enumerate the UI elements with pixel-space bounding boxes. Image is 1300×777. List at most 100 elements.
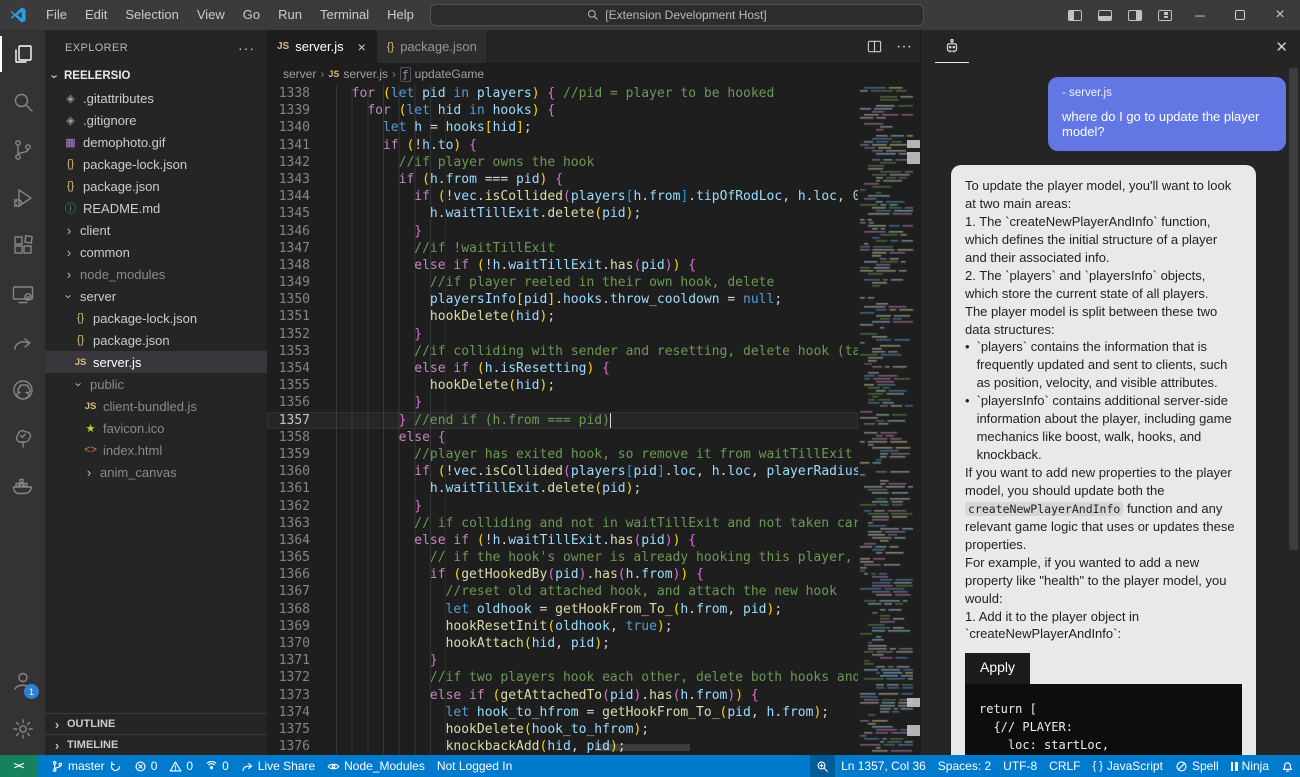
code-line-1366[interactable]: 1366 if (getHookedBy(pid).has(h.from)) {: [267, 566, 858, 583]
status-node-modules[interactable]: Node_Modules: [321, 755, 431, 777]
activity-accounts-icon[interactable]: 1: [0, 657, 45, 705]
activity-docker-icon[interactable]: [0, 462, 45, 510]
menu-selection[interactable]: Selection: [116, 0, 187, 30]
code-line-1343[interactable]: 1343 if (h.from === pid) {: [267, 171, 858, 188]
tab-server-js[interactable]: JSserver.js×: [267, 30, 377, 63]
tree-item-package-lock-json[interactable]: {}package-lock.json: [45, 307, 267, 329]
tree-item-favicon-ico[interactable]: ★favicon.ico: [45, 417, 267, 439]
code-line-1376[interactable]: 1376 knockbackAdd(hid, pid);: [267, 738, 858, 755]
code-line-1370[interactable]: 1370 hookAttach(hid, pid);: [267, 635, 858, 652]
code-line-1352[interactable]: 1352 }: [267, 326, 858, 343]
apply-button[interactable]: Apply: [965, 653, 1030, 683]
activity-run-debug-icon[interactable]: [0, 174, 45, 222]
activity-search-icon[interactable]: [0, 78, 45, 126]
menu-file[interactable]: File: [37, 0, 76, 30]
tree-root-reelersio[interactable]: › REELERSIO: [45, 65, 267, 87]
code-line-1356[interactable]: 1356 }: [267, 394, 858, 411]
code-line-1340[interactable]: 1340 let h = hooks[hid];: [267, 119, 858, 136]
close-panel-icon[interactable]: ✕: [1275, 30, 1288, 63]
code-line-1347[interactable]: 1347 //if !waitTillExit: [267, 240, 858, 257]
menu-help[interactable]: Help: [378, 0, 423, 30]
status-warnings[interactable]: 0: [163, 755, 199, 777]
tree-item-package-json[interactable]: {}package.json: [45, 329, 267, 351]
toggle-sidebar-icon[interactable]: [1060, 0, 1090, 30]
menu-run[interactable]: Run: [269, 0, 311, 30]
status-branch[interactable]: master: [45, 755, 128, 777]
restore-button[interactable]: [1220, 0, 1260, 30]
status-broadcast[interactable]: 0: [199, 755, 235, 777]
code-line-1364[interactable]: 1364 else if (!h.waitTillExit.has(pid)) …: [267, 532, 858, 549]
code-line-1346[interactable]: 1346 }: [267, 223, 858, 240]
tree-item-server-js[interactable]: JSserver.js: [45, 351, 267, 373]
tree-item--gitattributes[interactable]: ◈.gitattributes: [45, 87, 267, 109]
close-button[interactable]: ×: [1260, 0, 1300, 30]
code-line-1368[interactable]: 1368 let oldhook = getHookFrom_To_(h.fro…: [267, 601, 858, 618]
horizontal-scrollbar[interactable]: [595, 744, 690, 751]
menu-edit[interactable]: Edit: [76, 0, 116, 30]
tree-item-client[interactable]: ›client: [45, 219, 267, 241]
tree-item-server[interactable]: ›server: [45, 285, 267, 307]
tree-item--gitignore[interactable]: ◈.gitignore: [45, 109, 267, 131]
activity-source-control-icon[interactable]: [0, 126, 45, 174]
status-indentation[interactable]: Spaces: 2: [932, 755, 997, 777]
activity-extensions-icon[interactable]: [0, 222, 45, 270]
code-line-1349[interactable]: 1349 //if player reeled in their own hoo…: [267, 274, 858, 291]
split-editor-icon[interactable]: [867, 39, 882, 54]
status-errors[interactable]: 0: [128, 755, 164, 777]
code-line-1367[interactable]: 1367 //reset old attached hook, and atta…: [267, 583, 858, 600]
status-spell[interactable]: Spell: [1169, 755, 1225, 777]
status-ninja[interactable]: Ninja: [1225, 755, 1275, 777]
code-line-1344[interactable]: 1344 if (!vec.isCollided(players[h.from]…: [267, 188, 858, 205]
code-line-1351[interactable]: 1351 hookDelete(hid);: [267, 308, 858, 325]
tree-item-common[interactable]: ›common: [45, 241, 267, 263]
tab-package-json[interactable]: {}package.json: [377, 30, 488, 63]
code-line-1339[interactable]: 1339 for (let hid in hooks) {: [267, 102, 858, 119]
code-line-1373[interactable]: 1373 else if (getAttachedTo(pid).has(h.f…: [267, 687, 858, 704]
status-encoding[interactable]: UTF-8: [997, 755, 1043, 777]
code-line-1345[interactable]: 1345 h.waitTillExit.delete(pid);: [267, 205, 858, 222]
code-line-1358[interactable]: 1358 else {: [267, 429, 858, 446]
code-line-1353[interactable]: 1353 //if colliding with sender and rese…: [267, 343, 858, 360]
minimap[interactable]: [858, 85, 915, 755]
activity-files-icon[interactable]: [0, 30, 45, 78]
editor-more-actions-icon[interactable]: ···: [896, 38, 912, 56]
close-tab-icon[interactable]: ×: [358, 39, 366, 55]
tree-item-public[interactable]: ›public: [45, 373, 267, 395]
status-language-mode[interactable]: { }JavaScript: [1087, 755, 1169, 777]
code-line-1354[interactable]: 1354 else if (h.isResetting) {: [267, 360, 858, 377]
code-line-1357[interactable]: 1357 } //end if (h.from === pid): [267, 412, 858, 429]
command-center-search[interactable]: [Extension Development Host]: [430, 4, 924, 26]
code-line-1348[interactable]: 1348 else if (!h.waitTillExit.has(pid)) …: [267, 257, 858, 274]
breadcrumb-item-server[interactable]: server: [283, 67, 316, 81]
code-line-1359[interactable]: 1359 //player has exited hook, so remove…: [267, 446, 858, 463]
code-editor[interactable]: 1338 for (let pid in players) { //pid = …: [267, 85, 858, 755]
code-line-1365[interactable]: 1365 // if the hook's owner is already h…: [267, 549, 858, 566]
code-line-1372[interactable]: 1372 //if two players hook each other, d…: [267, 669, 858, 686]
section-timeline[interactable]: ›TIMELINE: [45, 734, 267, 755]
code-line-1338[interactable]: 1338 for (let pid in players) { //pid = …: [267, 85, 858, 102]
breadcrumb-item-server-js[interactable]: JSserver.js: [328, 67, 388, 81]
tree-item-anim-canvas[interactable]: ›anim_canvas: [45, 461, 267, 483]
section-outline[interactable]: ›OUTLINE: [45, 713, 267, 734]
remote-indicator[interactable]: ><: [0, 755, 37, 777]
chat-scrollbar[interactable]: [1289, 68, 1298, 550]
minimize-button[interactable]: ─: [1180, 0, 1220, 30]
breadcrumb-item-updateGame[interactable]: ƒupdateGame: [400, 67, 484, 82]
tree-item-demophoto-gif[interactable]: ▦demophoto.gif: [45, 131, 267, 153]
toggle-panel-icon[interactable]: [1090, 0, 1120, 30]
tree-item-package-lock-json[interactable]: {}package-lock.json: [45, 153, 267, 175]
code-line-1360[interactable]: 1360 if (!vec.isCollided(players[pid].lo…: [267, 463, 858, 480]
menu-terminal[interactable]: Terminal: [311, 0, 378, 30]
status-eol[interactable]: CRLF: [1043, 755, 1086, 777]
code-line-1350[interactable]: 1350 playersInfo[pid].hooks.throw_cooldo…: [267, 291, 858, 308]
activity-test-tree-icon[interactable]: [0, 414, 45, 462]
code-line-1363[interactable]: 1363 // if colliding and not in waitTill…: [267, 515, 858, 532]
toggle-secondary-sidebar-icon[interactable]: [1120, 0, 1150, 30]
code-line-1361[interactable]: 1361 h.waitTillExit.delete(pid);: [267, 480, 858, 497]
tree-item-node-modules[interactable]: ›node_modules: [45, 263, 267, 285]
code-line-1369[interactable]: 1369 hookResetInit(oldhook, true);: [267, 618, 858, 635]
activity-github-icon[interactable]: [0, 366, 45, 414]
tree-item-package-json[interactable]: {}package.json: [45, 175, 267, 197]
code-line-1341[interactable]: 1341 if (!h.to) {: [267, 137, 858, 154]
customize-layout-icon[interactable]: [1150, 0, 1180, 30]
